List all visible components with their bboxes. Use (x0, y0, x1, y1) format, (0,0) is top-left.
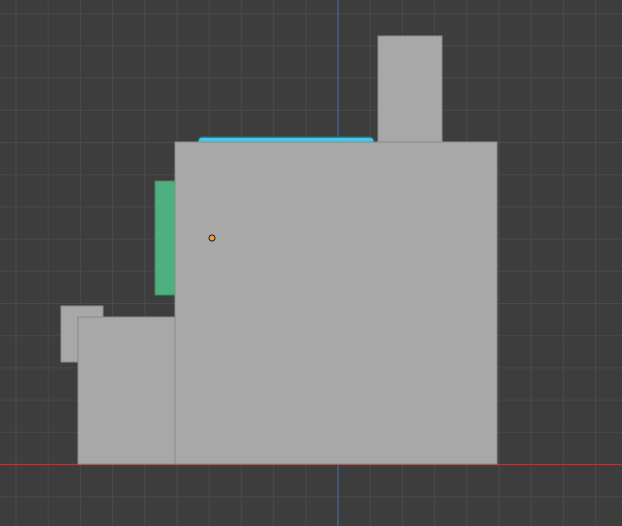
green-panel[interactable] (154, 180, 177, 296)
left-block[interactable] (77, 316, 177, 465)
3d-viewport[interactable] (0, 0, 622, 526)
origin-point[interactable] (208, 234, 216, 242)
main-cube[interactable] (174, 141, 498, 465)
viewport-canvas[interactable] (0, 0, 622, 526)
top-tower[interactable] (377, 35, 443, 147)
